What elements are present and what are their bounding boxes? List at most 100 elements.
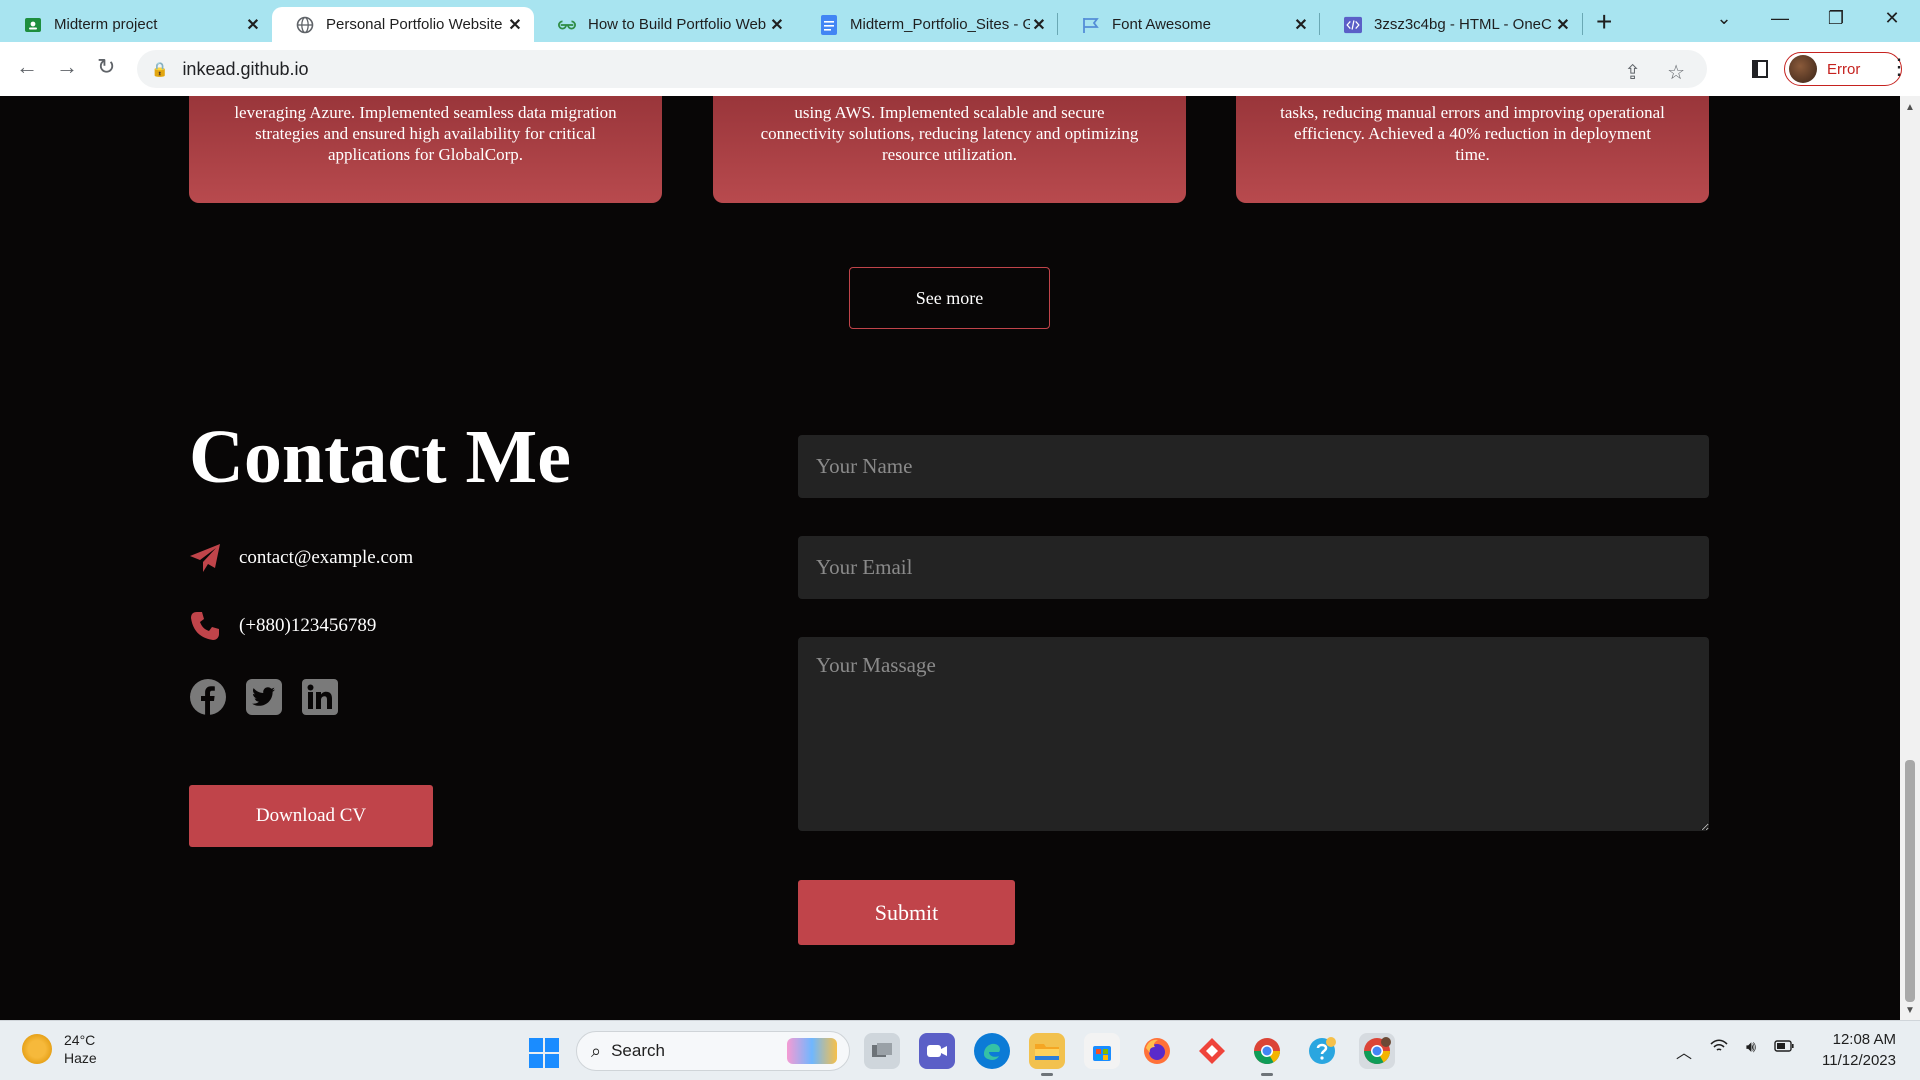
close-icon[interactable]: ✕ [1554,15,1572,35]
tab-title: Font Awesome [1112,16,1211,33]
tab-separator [1582,13,1583,35]
contact-email[interactable]: contact@example.com [239,547,413,569]
contact-heading: Contact Me [189,415,571,499]
more-menu-icon[interactable]: ⋮ [1888,54,1910,80]
tab-title: Midterm_Portfolio_Sites - G [850,16,1030,33]
forward-arrow-icon[interactable]: → [56,54,78,80]
battery-icon[interactable] [1774,1039,1794,1063]
globe-icon [296,16,314,34]
file-explorer-icon[interactable] [1029,1033,1065,1076]
bookmark-star-icon[interactable]: ☆ [1667,60,1685,85]
microsoft-store-icon[interactable] [1084,1033,1120,1069]
chrome-icon[interactable] [1249,1033,1285,1076]
close-icon[interactable]: ✕ [1030,15,1048,35]
see-more-button[interactable]: See more [849,267,1050,329]
close-icon[interactable]: ✕ [506,15,524,35]
experience-card-text: tasks, reducing manual errors and improv… [1280,103,1665,164]
weather-text: 24°C Haze [64,1031,97,1067]
tab-separator [1319,13,1320,35]
chevron-down-icon[interactable]: ⌄ [1696,4,1752,29]
scroll-down-arrow-icon[interactable]: ▼ [1905,1005,1915,1016]
search-icon: ⌕ [591,1040,602,1061]
profile-button[interactable]: Error [1784,52,1902,86]
tab-title: Personal Portfolio Website [326,16,503,33]
edge-browser-icon[interactable] [974,1033,1010,1069]
experience-card-text: leveraging Azure. Implemented seamless d… [234,103,617,164]
taskbar-search[interactable]: ⌕ Search [576,1031,850,1071]
back-arrow-icon[interactable]: ← [16,54,38,80]
submit-button[interactable]: Submit [798,880,1015,945]
social-links [189,678,339,716]
google-docs-icon [820,14,838,35]
download-cv-button[interactable]: Download CV [189,785,433,847]
tab-title: 3zsz3c4bg - HTML - OneC [1374,16,1552,33]
taskbar-clock[interactable]: 12:08 AM 11/12/2023 [1822,1029,1896,1071]
tab-title: How to Build Portfolio Web [588,16,767,33]
share-icon[interactable]: ⇪ [1624,60,1641,85]
lock-icon[interactable]: 🔒 [151,61,168,78]
firefox-icon[interactable] [1139,1033,1175,1069]
flag-icon [1082,16,1100,34]
hazy-sun-icon [22,1034,52,1064]
google-classroom-icon [24,16,42,34]
wifi-icon[interactable] [1710,1039,1728,1063]
anydesk-icon[interactable] [1194,1033,1230,1069]
search-label: Search [611,1041,665,1060]
message-field[interactable] [798,637,1709,831]
email-field[interactable] [798,536,1709,599]
address-bar[interactable]: 🔒 inkead.github.io ⇪ ☆ [137,50,1707,88]
windows-taskbar: 24°C Haze ⌕ Search ︿ 🔊︎ 12:08 AM 11/12/2… [0,1020,1920,1080]
new-tab-button[interactable]: + [1596,6,1612,38]
scrollbar-thumb[interactable] [1905,760,1915,1002]
address-bar-actions: ⇪ ☆ [1624,60,1685,85]
scroll-up-arrow-icon[interactable]: ▲ [1905,102,1915,113]
name-field[interactable] [798,435,1709,498]
system-tray: ︿ 🔊︎ [1676,1039,1794,1063]
clock-date: 11/12/2023 [1822,1052,1896,1069]
task-view-icon[interactable] [864,1033,900,1069]
experience-card: leveraging Azure. Implemented seamless d… [189,96,662,203]
experience-card: tasks, reducing manual errors and improv… [1236,96,1709,203]
taskbar-apps [864,1033,1395,1076]
twitter-icon[interactable] [245,678,283,716]
search-highlight-icon [787,1038,837,1064]
volume-icon[interactable]: 🔊︎ [1746,1039,1756,1063]
linkedin-icon[interactable] [301,678,339,716]
profile-error-label: Error [1827,60,1861,78]
tab-personal-portfolio[interactable]: Personal Portfolio Website ✕ [272,7,534,42]
avatar [1789,55,1817,83]
tab-onecompiler-html[interactable]: 3zsz3c4bg - HTML - OneC ✕ [1320,7,1582,42]
tab-midterm-portfolio-sites[interactable]: Midterm_Portfolio_Sites - G ✕ [796,7,1058,42]
url-text[interactable]: inkead.github.io [182,59,308,80]
restore-icon[interactable]: ❐ [1808,4,1864,29]
temperature: 24°C [64,1032,96,1048]
facebook-icon[interactable] [189,678,227,716]
close-icon[interactable]: ✕ [1292,15,1310,35]
tab-separator [1057,13,1058,35]
phone-icon [189,610,221,642]
experience-card: using AWS. Implemented scalable and secu… [713,96,1186,203]
window-controls: ⌄ — ❐ ✕ [1696,4,1920,29]
portfolio-page: leveraging Azure. Implemented seamless d… [0,96,1900,1020]
weather-widget[interactable]: 24°C Haze [22,1031,97,1067]
code-icon [1344,16,1362,34]
chevron-up-icon[interactable]: ︿ [1676,1039,1692,1063]
windows-start-icon[interactable] [529,1038,559,1068]
close-icon[interactable]: ✕ [768,15,786,35]
reload-icon[interactable]: ↻ [97,54,115,80]
browser-toolbar: ← → ↻ 🔒 inkead.github.io ⇪ ☆ Error ⋮ [0,42,1920,96]
geeksforgeeks-icon [558,16,576,34]
minimize-icon[interactable]: — [1752,4,1808,29]
chrome-profile-icon[interactable] [1359,1033,1395,1069]
contact-phone[interactable]: (+880)123456789 [239,615,376,637]
weather-condition: Haze [64,1050,97,1066]
side-panel-icon[interactable] [1752,60,1768,78]
tab-font-awesome[interactable]: Font Awesome ✕ [1058,7,1320,42]
page-scrollbar[interactable]: ▲ ▼ [1900,96,1920,1020]
close-window-icon[interactable]: ✕ [1864,4,1920,29]
tab-how-to-build-portfolio[interactable]: How to Build Portfolio Web ✕ [534,7,796,42]
teams-chat-icon[interactable] [919,1033,955,1069]
tab-midterm-project[interactable]: Midterm project ✕ [0,7,272,42]
close-icon[interactable]: ✕ [244,15,262,35]
help-icon[interactable] [1304,1033,1340,1069]
